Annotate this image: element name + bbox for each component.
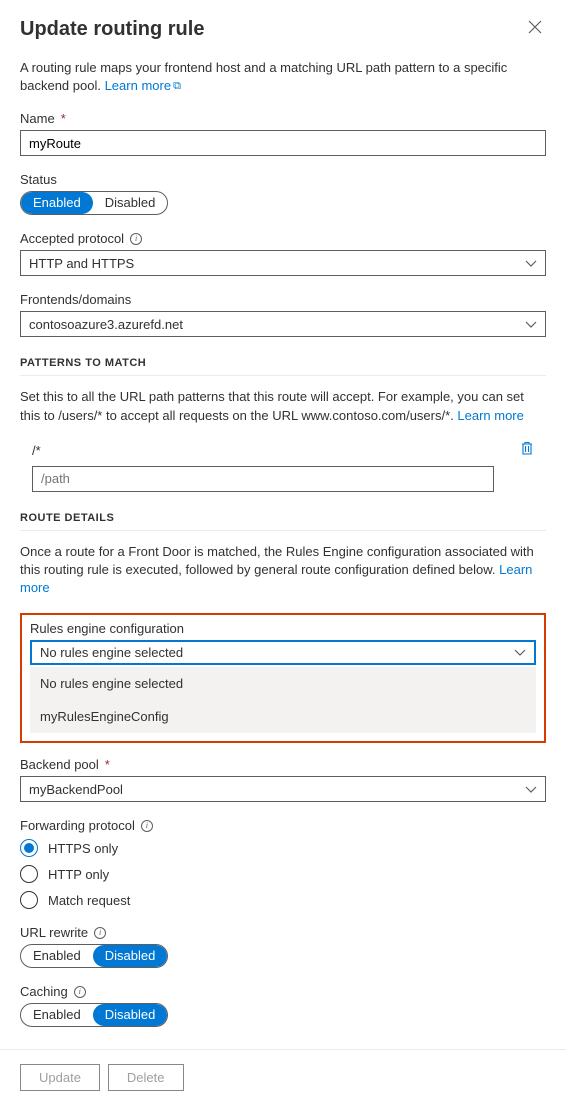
accepted-protocol-value: HTTP and HTTPS (29, 256, 134, 271)
radio-label: HTTPS only (48, 841, 118, 856)
url-rewrite-label: URL rewrite (20, 925, 88, 940)
info-icon[interactable]: i (130, 233, 142, 245)
route-details-desc-body: Once a route for a Front Door is matched… (20, 544, 534, 577)
required-icon: * (105, 757, 110, 772)
patterns-learn-more-link[interactable]: Learn more (457, 408, 523, 423)
rules-engine-dropdown-list: No rules engine selected myRulesEngineCo… (30, 667, 536, 733)
rules-engine-selected-value: No rules engine selected (40, 645, 183, 660)
chevron-down-icon (525, 782, 537, 797)
info-icon[interactable]: i (141, 820, 153, 832)
trash-icon[interactable] (520, 441, 534, 460)
patterns-desc: Set this to all the URL path patterns th… (20, 388, 546, 424)
info-icon[interactable]: i (94, 927, 106, 939)
forwarding-protocol-label: Forwarding protocol (20, 818, 135, 833)
status-disabled-option[interactable]: Disabled (93, 192, 168, 214)
required-icon: * (61, 111, 66, 126)
close-icon[interactable] (524, 16, 546, 43)
delete-button[interactable]: Delete (108, 1064, 184, 1091)
rules-engine-select[interactable]: No rules engine selected (30, 640, 536, 665)
url-rewrite-toggle[interactable]: Enabled Disabled (20, 944, 168, 968)
status-label: Status (20, 172, 57, 187)
radio-icon (20, 891, 38, 909)
frontends-label: Frontends/domains (20, 292, 131, 307)
forwarding-https-radio[interactable]: HTTPS only (20, 839, 546, 857)
caching-toggle[interactable]: Enabled Disabled (20, 1003, 168, 1027)
intro-body: A routing rule maps your frontend host a… (20, 60, 507, 93)
frontends-value: contosoazure3.azurefd.net (29, 317, 183, 332)
accepted-protocol-select[interactable]: HTTP and HTTPS (20, 250, 546, 276)
pattern-value: /* (32, 443, 510, 458)
name-label: Name (20, 111, 55, 126)
chevron-down-icon (525, 317, 537, 332)
caching-enabled-option[interactable]: Enabled (21, 1004, 93, 1026)
external-link-icon: ⧉ (173, 79, 181, 94)
patterns-section-heading: PATTERNS TO MATCH (20, 357, 546, 376)
backend-pool-select[interactable]: myBackendPool (20, 776, 546, 802)
forwarding-http-radio[interactable]: HTTP only (20, 865, 546, 883)
rules-engine-label: Rules engine configuration (30, 621, 184, 636)
backend-pool-value: myBackendPool (29, 782, 123, 797)
status-enabled-option[interactable]: Enabled (21, 192, 93, 214)
patterns-desc-body: Set this to all the URL path patterns th… (20, 389, 524, 422)
caching-disabled-option[interactable]: Disabled (93, 1004, 168, 1026)
forwarding-match-radio[interactable]: Match request (20, 891, 546, 909)
intro-text: A routing rule maps your frontend host a… (20, 59, 546, 95)
rules-engine-option[interactable]: No rules engine selected (30, 667, 536, 700)
radio-icon (20, 839, 38, 857)
pattern-add-input[interactable] (32, 466, 494, 492)
radio-label: Match request (48, 893, 130, 908)
info-icon[interactable]: i (74, 986, 86, 998)
chevron-down-icon (525, 256, 537, 271)
update-button[interactable]: Update (20, 1064, 100, 1091)
backend-pool-label: Backend pool (20, 757, 99, 772)
intro-learn-more-link[interactable]: Learn more⧉ (105, 78, 181, 93)
route-details-heading: ROUTE DETAILS (20, 512, 546, 531)
rules-engine-option[interactable]: myRulesEngineConfig (30, 700, 536, 733)
frontends-select[interactable]: contosoazure3.azurefd.net (20, 311, 546, 337)
radio-icon (20, 865, 38, 883)
radio-label: HTTP only (48, 867, 109, 882)
accepted-protocol-label: Accepted protocol (20, 231, 124, 246)
rules-engine-highlight: Rules engine configuration No rules engi… (20, 613, 546, 743)
status-toggle[interactable]: Enabled Disabled (20, 191, 168, 215)
chevron-down-icon (514, 645, 526, 660)
route-details-desc: Once a route for a Front Door is matched… (20, 543, 546, 598)
panel-title: Update routing rule (20, 18, 204, 41)
url-rewrite-enabled-option[interactable]: Enabled (21, 945, 93, 967)
name-input[interactable] (20, 130, 546, 156)
url-rewrite-disabled-option[interactable]: Disabled (93, 945, 168, 967)
caching-label: Caching (20, 984, 68, 999)
